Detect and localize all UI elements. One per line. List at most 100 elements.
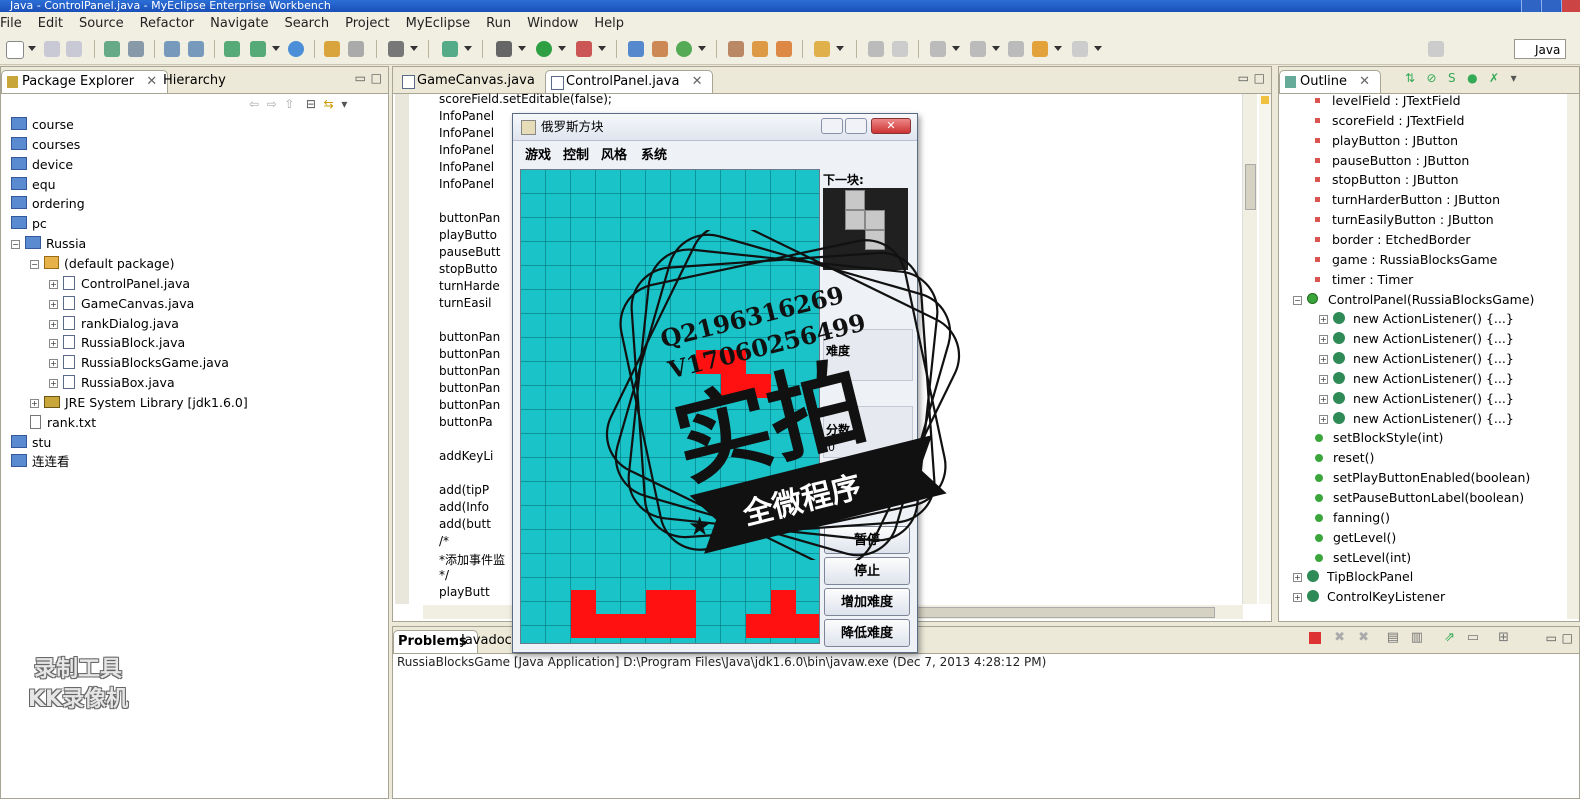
tree-item[interactable]: − (default package) (30, 254, 174, 274)
new-icon[interactable] (6, 41, 24, 59)
menu-run[interactable]: Run (478, 16, 519, 31)
minimize-console-icon[interactable]: ▭ (1546, 631, 1557, 645)
outline-item[interactable]: turnEasilyButton : JButton (1315, 210, 1494, 230)
edit-icon[interactable] (868, 41, 884, 57)
outline-item[interactable]: fanning() (1315, 508, 1390, 528)
folder-icon[interactable] (814, 41, 830, 57)
view-menu-icon[interactable]: ▾ (341, 97, 347, 111)
toggle-icon[interactable] (892, 41, 908, 57)
expand-toggle-icon[interactable]: − (30, 259, 39, 269)
menu-help[interactable]: Help (586, 16, 632, 31)
expand-toggle-icon[interactable]: + (49, 379, 58, 389)
tree-item[interactable]: device (11, 155, 73, 175)
outline-item[interactable]: scoreField : JTextField (1315, 111, 1464, 131)
collapse-all-icon[interactable]: ⊟ (306, 97, 316, 111)
tetris-window[interactable]: 俄罗斯方块 ✕ 游戏 控制 风格 系统 下一块: 难度 分数 0 暂停 停止 增… (512, 113, 918, 653)
tetris-close-button[interactable]: ✕ (871, 118, 911, 134)
close-tab-icon[interactable]: ✕ (1359, 74, 1370, 89)
pin-console-icon[interactable]: ⇗ (1444, 630, 1455, 645)
minimize-button[interactable] (1521, 0, 1540, 12)
build-icon[interactable] (104, 41, 120, 57)
tree-item[interactable]: + JRE System Library [jdk1.6.0] (30, 393, 248, 413)
hide-local-types-icon[interactable]: ✗ (1489, 71, 1499, 85)
outline-item[interactable]: setPlayButtonEnabled(boolean) (1315, 468, 1530, 488)
expand-toggle-icon[interactable]: + (49, 279, 58, 289)
expand-toggle-icon[interactable]: + (1319, 394, 1328, 404)
expand-toggle-icon[interactable]: + (1319, 414, 1328, 424)
menu-search[interactable]: Search (276, 16, 337, 31)
expand-toggle-icon[interactable]: + (1293, 593, 1302, 603)
open-type-icon[interactable] (628, 41, 644, 57)
forward-icon[interactable] (1072, 41, 1088, 57)
view-menu-icon[interactable]: ▾ (1511, 71, 1517, 85)
sort-icon[interactable]: ⇅ (1405, 71, 1415, 85)
menu-window[interactable]: Window (519, 16, 586, 31)
new-dropdown-icon[interactable] (28, 46, 36, 51)
open-perspective-icon[interactable] (1428, 41, 1444, 57)
maximize-view-icon[interactable]: □ (371, 71, 382, 85)
globe-icon[interactable] (288, 41, 304, 57)
outline-item[interactable]: game : RussiaBlocksGame (1315, 250, 1497, 270)
tree-item[interactable]: ordering (11, 194, 85, 214)
warning-marker-icon[interactable] (1261, 96, 1269, 104)
open-console-icon[interactable]: ⊞ (1498, 630, 1509, 645)
outline-item[interactable]: + new ActionListener() {...} (1319, 309, 1514, 329)
minimize-view-icon[interactable]: ▭ (355, 71, 366, 85)
prev-annotation-icon[interactable] (970, 41, 986, 57)
decrease-difficulty-button[interactable]: 降低难度 (824, 619, 910, 647)
menu-refactor[interactable]: Refactor (132, 16, 203, 31)
tree-item[interactable]: equ (11, 175, 56, 195)
outline-item[interactable]: − ControlPanel(RussiaBlocksGame) (1293, 290, 1534, 310)
tree-item[interactable]: rank.txt (30, 413, 96, 433)
external-tools-icon[interactable] (576, 41, 592, 57)
outline-item[interactable]: setPauseButtonLabel(boolean) (1315, 488, 1524, 508)
menu-project[interactable]: Project (337, 16, 397, 31)
outline-scrollbar[interactable] (1567, 94, 1579, 619)
hide-nonpublic-icon[interactable]: ● (1467, 71, 1477, 85)
pause-button[interactable]: 暂停 (824, 526, 910, 554)
remove-launch-icon[interactable]: ✖ (1334, 630, 1345, 645)
increase-difficulty-button[interactable]: 增加难度 (824, 588, 910, 616)
new-class-icon[interactable] (442, 41, 458, 57)
menu-edit[interactable]: Edit (30, 16, 71, 31)
tetris-maximize-button[interactable] (845, 118, 867, 134)
link-editor-icon[interactable]: ⇆ (324, 97, 334, 111)
sync-icon[interactable] (676, 41, 692, 57)
minimize-editor-icon[interactable]: ▭ (1238, 71, 1249, 85)
tree-item[interactable]: + GameCanvas.java (49, 294, 194, 314)
task-icon[interactable] (776, 41, 792, 57)
tetris-title-bar[interactable]: 俄罗斯方块 ✕ (513, 114, 917, 141)
up-nav-icon[interactable]: ⇧ (284, 97, 294, 111)
outline-item[interactable]: + new ActionListener() {...} (1319, 329, 1514, 349)
expand-toggle-icon[interactable]: + (1293, 573, 1302, 583)
expand-toggle-icon[interactable]: + (49, 359, 58, 369)
outline-item[interactable]: reset() (1315, 448, 1374, 468)
outline-item[interactable]: getLevel() (1315, 528, 1396, 548)
expand-toggle-icon[interactable]: − (1293, 295, 1302, 305)
save-all-icon[interactable] (66, 41, 82, 57)
expand-toggle-icon[interactable]: + (1319, 355, 1328, 365)
hide-fields-icon[interactable]: ⊘ (1427, 71, 1437, 85)
outline-item[interactable]: turnHarderButton : JButton (1315, 190, 1500, 210)
back-nav-icon[interactable]: ⇦ (249, 97, 259, 111)
forward-nav-icon[interactable]: ⇨ (267, 97, 277, 111)
terminate-icon[interactable] (1309, 632, 1321, 644)
outline-item[interactable]: + ControlKeyListener (1293, 587, 1445, 607)
tree-item[interactable]: + RussiaBlocksGame.java (49, 353, 229, 373)
next-annotation-icon[interactable] (930, 41, 946, 57)
tetris-menu-style[interactable]: 风格 (601, 144, 627, 163)
tetris-board[interactable] (520, 169, 820, 644)
back-icon[interactable] (1032, 41, 1048, 57)
outline-item[interactable]: + new ActionListener() {...} (1319, 389, 1514, 409)
expand-toggle-icon[interactable]: + (49, 339, 58, 349)
close-button[interactable] (1561, 0, 1580, 12)
outline-item[interactable]: border : EtchedBorder (1315, 230, 1471, 250)
outline-item[interactable]: timer : Timer (1315, 270, 1413, 290)
save-icon[interactable] (44, 41, 60, 57)
tree-item[interactable]: + ControlPanel.java (49, 274, 190, 294)
maximize-button[interactable] (1541, 0, 1560, 12)
expand-toggle-icon[interactable]: − (11, 240, 20, 250)
scrollbar-thumb[interactable] (1245, 164, 1256, 210)
menu-myeclipse[interactable]: MyEclipse (398, 16, 479, 31)
clear-console-icon[interactable]: ▤ (1387, 630, 1399, 645)
